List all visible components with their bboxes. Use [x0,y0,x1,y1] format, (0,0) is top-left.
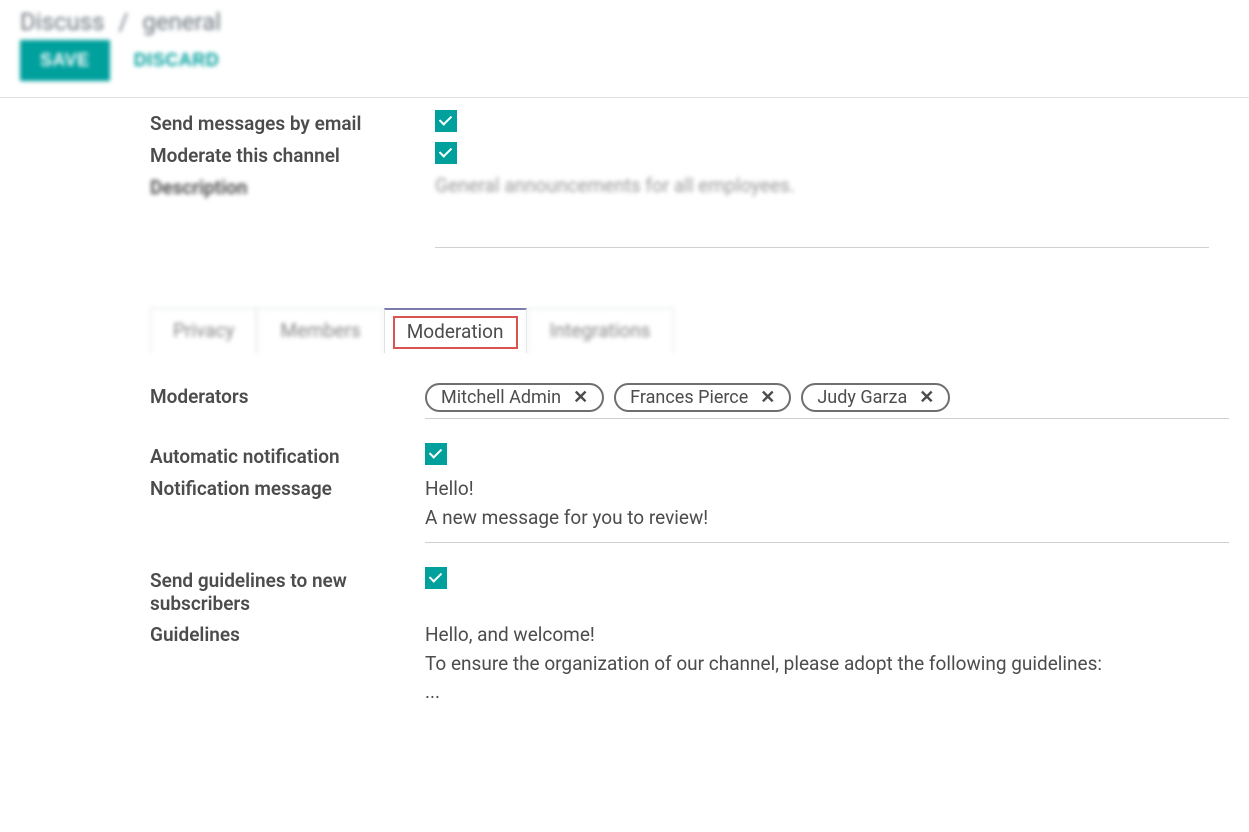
moderators-label: Moderators [150,383,425,408]
remove-moderator-icon[interactable]: ✕ [760,387,775,408]
remove-moderator-icon[interactable]: ✕ [573,387,588,408]
tab-moderation[interactable]: Moderation [384,308,527,353]
tab-moderation-label: Moderation [407,320,504,343]
guidelines-value[interactable]: Hello, and welcome! To ensure the organi… [425,621,1229,717]
auto-notif-checkbox[interactable] [425,443,447,465]
moderate-checkbox[interactable] [435,142,457,164]
breadcrumb-leaf: general [142,8,221,36]
send-email-label: Send messages by email [150,110,435,135]
notif-msg-label: Notification message [150,475,425,500]
discard-button[interactable]: DISCARD [130,40,224,81]
breadcrumb: Discuss / general [20,8,1229,36]
moderator-name: Judy Garza [817,387,907,408]
send-guidelines-label: Send guidelines to new subscribers [150,567,425,615]
description-value[interactable]: General announcements for all employees. [435,174,1229,197]
moderator-tag: Frances Pierce ✕ [614,383,791,412]
tabs: Privacy Members Moderation Integrations [150,308,1249,353]
send-guidelines-checkbox[interactable] [425,567,447,589]
tab-privacy[interactable]: Privacy [150,308,257,353]
moderator-tag: Judy Garza ✕ [801,383,950,412]
description-label: Description [150,174,435,199]
breadcrumb-separator: / [119,8,129,36]
tab-members[interactable]: Members [257,308,383,353]
notif-msg-value[interactable]: Hello! A new message for you to review! [425,475,1229,543]
tab-integrations[interactable]: Integrations [527,308,674,353]
guidelines-label: Guidelines [150,621,425,646]
moderator-name: Frances Pierce [630,387,748,408]
send-email-checkbox[interactable] [435,110,457,132]
remove-moderator-icon[interactable]: ✕ [919,387,934,408]
moderator-name: Mitchell Admin [441,387,561,408]
moderator-tag: Mitchell Admin ✕ [425,383,604,412]
moderate-label: Moderate this channel [150,142,435,167]
breadcrumb-root[interactable]: Discuss [20,8,105,36]
save-button[interactable]: SAVE [20,40,110,81]
auto-notif-label: Automatic notification [150,443,425,468]
moderators-tags[interactable]: Mitchell Admin ✕ Frances Pierce ✕ Judy G… [425,383,1229,419]
